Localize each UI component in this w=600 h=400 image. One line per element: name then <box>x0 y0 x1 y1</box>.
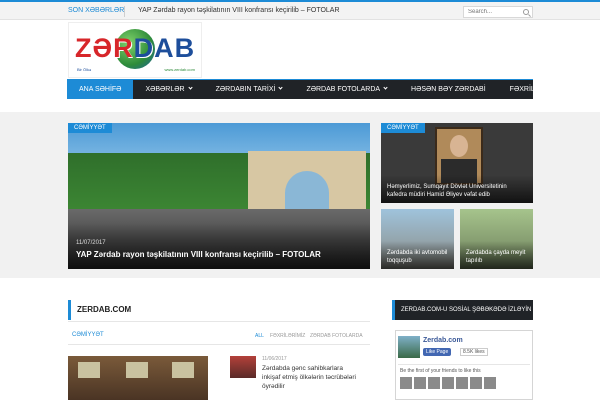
section-title: ZERDAB.COM <box>68 300 370 320</box>
post-thumbnail[interactable] <box>68 356 208 400</box>
search-input[interactable] <box>464 7 520 17</box>
search-box <box>463 6 533 18</box>
featured-side-post-right[interactable]: Zərdabda çayda meyit tapılıb <box>460 209 533 269</box>
portrait-face <box>450 135 468 157</box>
featured-main-post[interactable]: CƏMİYYƏT 11/07/2017 YAP Zərdab rayon təş… <box>68 123 370 269</box>
nav-item[interactable]: ANA SƏHİFƏ <box>67 80 134 99</box>
photo-detail <box>172 362 194 378</box>
widget-divider <box>398 364 530 365</box>
nav-item-label: ANA SƏHİFƏ <box>79 86 122 93</box>
nav-item-label: ZƏRDABIN TARİXİ <box>215 86 276 93</box>
nav-item[interactable]: FƏXRİLƏRİMİZ <box>498 80 578 99</box>
nav-item[interactable]: XƏBƏRLƏR <box>133 80 203 99</box>
sidebar-heading: ZERDAB.COM-U SOSİAL ŞƏBƏKƏDƏ İZLƏYİN <box>392 300 533 320</box>
category-tabs: CƏMİYYƏT ALL FƏXRİLƏRİMİZ ZƏRDAB FOTOLAR… <box>68 329 370 345</box>
nav-item-label: ZƏRDAB FOTOLARDA <box>306 86 381 93</box>
section-divider <box>68 321 370 322</box>
search-icon[interactable] <box>523 9 529 15</box>
site-logo[interactable]: ZƏRDAB Bir Ölkə www.zerdab.com <box>68 22 202 78</box>
ticker-divider <box>124 6 125 17</box>
chevron-down-icon <box>278 85 284 90</box>
side-right-title[interactable]: Zərdabda çayda meyit tapılıb <box>466 249 532 265</box>
logo-tagline: Bir Ölkə <box>77 67 92 72</box>
nav-item[interactable]: ZƏRDABIN TARİXİ <box>204 80 295 99</box>
facebook-widget: Zerdab.com Like Page 8.5K likes Be the f… <box>395 330 533 400</box>
list-item-date: 11/06/2017 <box>262 356 287 362</box>
side-top-title[interactable]: Həmyerlimiz, Sumqayıt Dövlət Universitet… <box>387 183 527 199</box>
likes-count: 8.5K likes <box>460 348 488 356</box>
tab-fexrilerimiz[interactable]: FƏXRİLƏRİMİZ <box>270 333 305 339</box>
avatar[interactable] <box>456 377 468 389</box>
featured-side-post-left[interactable]: Zərdabda iki avtomobil toqquşub <box>381 209 454 269</box>
friends-text: Be the first of your friends to like thi… <box>400 368 481 374</box>
tab-zerdab-fotolarda[interactable]: ZƏRDAB FOTOLARDA <box>310 333 363 339</box>
featured-side-post-top[interactable]: CƏMİYYƏT Həmyerlimiz, Sumqayıt Dövlət Un… <box>381 123 533 203</box>
featured-main-title[interactable]: YAP Zərdab rayon təşkilatının VIII konfr… <box>76 250 366 259</box>
avatar[interactable] <box>470 377 482 389</box>
chevron-down-icon <box>383 85 388 90</box>
like-page-button[interactable]: Like Page <box>423 348 452 356</box>
main-nav: ANA SƏHİFƏ XƏBƏRLƏR ZƏRDABIN TARİXİ ZƏRDAB … <box>67 79 567 99</box>
nav-item[interactable]: ZƏRDAB FOTOLARDA <box>294 80 399 99</box>
category-heading[interactable]: CƏMİYYƏT <box>72 332 104 338</box>
avatar[interactable] <box>414 377 426 389</box>
chevron-down-icon <box>187 85 193 90</box>
facebook-page-name[interactable]: Zerdab.com <box>423 337 463 344</box>
avatar[interactable] <box>442 377 454 389</box>
list-item-title[interactable]: Zərdabda gənc sahibkarlara inkişaf etmiş… <box>262 364 362 391</box>
avatar[interactable] <box>484 377 496 389</box>
logo-wordmark: ZƏRDAB <box>75 33 196 63</box>
avatar[interactable] <box>428 377 440 389</box>
chevron-down-icon <box>562 85 567 90</box>
nav-item[interactable]: HƏSƏN BƏY ZƏRDABİ <box>399 80 498 99</box>
top-bar: SON XƏBƏRLƏR YAP Zərdab rayon təşkilatın… <box>0 0 600 20</box>
tab-all[interactable]: ALL <box>255 333 264 339</box>
image-overlay <box>68 223 370 269</box>
ticker-label: SON XƏBƏRLƏR <box>68 7 125 14</box>
photo-detail <box>78 362 100 378</box>
list-item-thumbnail[interactable] <box>230 356 256 378</box>
category-badge[interactable]: CƏMİYYƏT <box>381 123 425 133</box>
avatar[interactable] <box>400 377 412 389</box>
friends-avatars <box>400 377 496 389</box>
nav-item-label: FƏXRİLƏRİMİZ <box>509 86 560 93</box>
facebook-page-avatar[interactable] <box>398 336 420 358</box>
logo-url: www.zerdab.com <box>164 67 195 72</box>
photo-detail <box>126 362 148 378</box>
side-left-title[interactable]: Zərdabda iki avtomobil toqquşub <box>387 249 453 265</box>
post-date: 11/07/2017 <box>76 240 106 246</box>
nav-item-label: XƏBƏRLƏR <box>145 86 185 93</box>
ticker-headline-link[interactable]: YAP Zərdab rayon təşkilatının VIII konfr… <box>138 7 340 14</box>
nav-item-label: HƏSƏN BƏY ZƏRDABİ <box>411 86 486 93</box>
category-badge[interactable]: CƏMİYYƏT <box>68 123 112 133</box>
